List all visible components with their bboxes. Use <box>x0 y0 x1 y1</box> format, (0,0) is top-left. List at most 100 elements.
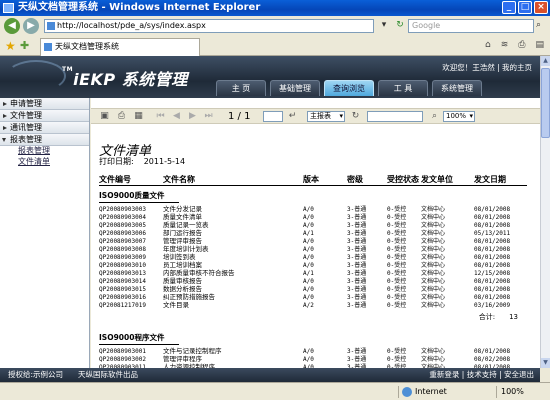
col-issuing-unit: 发文单位 <box>421 175 453 184</box>
cell-control-status: 0-受控 <box>387 214 407 221</box>
ie-app-icon <box>3 3 14 13</box>
cell-version: A/0 <box>303 348 314 355</box>
table-row: QP20080903014 质量审核报告 A/0 3-普通 0-受控 文档中心 08/01/… <box>99 278 527 286</box>
prev-page-icon[interactable]: ◀ <box>171 111 182 122</box>
col-control-status: 受控状态 <box>387 175 419 184</box>
app-header: TMiEKP 系统管理 欢迎您！王浩然 | 我的主页 主 页 基础管理 查询浏览… <box>0 56 540 98</box>
scroll-up-icon[interactable]: ▲ <box>541 56 550 66</box>
cell-security: 3-普通 <box>347 246 367 253</box>
menu-basic-management[interactable]: 基础管理 <box>270 80 320 96</box>
back-button[interactable]: ◀ <box>4 18 20 34</box>
cell-version: A/0 <box>303 222 314 229</box>
cell-issuing-unit: 文档中心 <box>421 230 446 237</box>
cell-file-name: 纠正预防措施报告 <box>163 293 215 301</box>
browser-zoom[interactable]: 100% <box>496 386 546 398</box>
search-icon[interactable]: ⌕ <box>536 20 547 32</box>
cell-version: A/0 <box>303 278 314 285</box>
cell-security: 3-普通 <box>347 294 367 301</box>
scroll-down-icon[interactable]: ▼ <box>541 358 550 368</box>
welcome-text[interactable]: 欢迎您！王浩然 | 我的主页 <box>442 62 532 73</box>
menu-home[interactable]: 主 页 <box>216 80 266 96</box>
save-icon[interactable]: ▣ <box>99 111 110 122</box>
app-footer: 授权给:示例公司 天纵国际软件出品 重新登录 | 技术支持 | 安全退出 <box>0 368 540 382</box>
cell-issue-date: 08/01/2008 <box>474 238 511 245</box>
sidebar-item-files[interactable]: 文件管理 <box>0 110 89 122</box>
next-page-icon[interactable]: ▶ <box>187 111 198 122</box>
sidebar-item-reports[interactable]: 报表管理 <box>0 134 89 146</box>
close-button[interactable]: × <box>534 1 548 14</box>
zoom-select[interactable]: 100% <box>443 111 475 122</box>
section-total: 合计: 13 <box>479 312 518 322</box>
cell-issuing-unit: 文档中心 <box>421 254 446 261</box>
cell-control-status: 0-受控 <box>387 356 407 363</box>
maximize-button[interactable]: □ <box>518 1 532 14</box>
cell-issuing-unit: 文档中心 <box>421 294 446 301</box>
cell-issuing-unit: 文档中心 <box>421 356 446 363</box>
first-page-icon[interactable]: ⏮ <box>155 111 166 122</box>
address-bar[interactable]: http://localhost/pde_a/sys/index.aspx <box>44 19 374 33</box>
footer-links[interactable]: 重新登录 | 技术支持 | 安全退出 <box>429 368 534 382</box>
cell-version: A/1 <box>303 270 314 277</box>
total-label: 合计: <box>478 313 496 321</box>
print-icon[interactable]: ⎙ <box>116 111 127 122</box>
sidebar-item-application[interactable]: 申请管理 <box>0 98 89 110</box>
col-version: 版本 <box>303 175 319 184</box>
browser-tab[interactable]: 天纵文档管理系统 <box>40 38 200 56</box>
cell-issue-date: 08/01/2008 <box>474 206 511 213</box>
vertical-scrollbar[interactable]: ▲ ▼ <box>540 56 550 368</box>
cell-file-name: 管理评审报告 <box>163 237 202 245</box>
export-icon[interactable]: ▦ <box>133 111 144 122</box>
home-icon[interactable]: ⌂ <box>485 40 491 50</box>
status-bar: Internet 100% <box>0 382 550 400</box>
col-issue-date: 发文日期 <box>474 175 506 184</box>
page-number-input[interactable] <box>263 111 283 122</box>
find-icon[interactable]: ⌕ <box>429 111 440 122</box>
report-select[interactable]: 主报表 <box>307 111 345 122</box>
refresh-report-icon[interactable]: ↻ <box>350 111 361 122</box>
cell-control-status: 0-受控 <box>387 286 407 293</box>
favorites-star-icon[interactable]: ★ <box>5 39 16 53</box>
cell-control-status: 0-受控 <box>387 238 407 245</box>
table-row: QP20080903007 管理评审报告 A/0 3-普通 0-受控 文档中心 08/01/… <box>99 237 527 246</box>
find-text-input[interactable] <box>367 111 423 122</box>
cell-control-status: 0-受控 <box>387 254 407 261</box>
go-page-icon[interactable]: ↵ <box>287 111 298 122</box>
table-row: QP20081217019 文件目录 A/2 3-普通 0-受控 文档中心 03/16/20… <box>99 302 527 310</box>
cell-file-number: QP20080903014 <box>99 278 146 285</box>
feeds-icon[interactable]: ≋ <box>501 40 509 50</box>
last-page-icon[interactable]: ⏭ <box>203 111 214 122</box>
table-row: QP20080903010 员工培训档案 A/0 3-普通 0-受控 文档中心 08/01/… <box>99 262 527 270</box>
dropdown-icon[interactable]: ▾ <box>378 19 390 32</box>
sidebar-subitem-file-list[interactable]: 文件清单 <box>0 157 89 168</box>
report-toolbar: ▣ ⎙ ▦ ⏮ ◀ ▶ ⏭ 1 / 1 ↵ 主报表 ↻ ⌕ 100% <box>91 108 540 124</box>
cell-control-status: 0-受控 <box>387 206 407 213</box>
search-input[interactable]: Google <box>408 19 534 33</box>
logo-swirl-icon <box>6 60 66 92</box>
page-icon <box>44 43 52 51</box>
logo-text: iEKP 系统管理 <box>73 70 188 89</box>
refresh-icon[interactable]: ↻ <box>394 19 406 32</box>
cell-issuing-unit: 文档中心 <box>421 302 446 309</box>
cell-issuing-unit: 文档中心 <box>421 348 446 355</box>
sidebar-item-communication[interactable]: 通讯管理 <box>0 122 89 134</box>
sidebar-subitem-report-management[interactable]: 报表管理 <box>0 146 89 157</box>
section-title: ISO9000质量文件 <box>99 190 179 203</box>
cell-file-name: 数据分析报告 <box>163 285 202 293</box>
print-icon[interactable]: ⎙ <box>518 40 525 50</box>
add-favorites-icon[interactable]: ✚ <box>20 39 29 52</box>
menu-tools[interactable]: 工 具 <box>378 80 428 96</box>
forward-button[interactable]: ▶ <box>23 18 39 34</box>
cell-issue-date: 08/01/2008 <box>474 348 511 355</box>
menu-query-browse[interactable]: 查询浏览 <box>324 80 374 96</box>
cell-issue-date: 08/01/2008 <box>474 246 511 253</box>
minimize-button[interactable]: _ <box>502 1 516 14</box>
cell-file-number: QP20080903004 <box>99 214 146 221</box>
col-file-name: 文件名称 <box>163 175 195 184</box>
cell-version: A/0 <box>303 238 314 245</box>
table-row: QP20080903008 年度培训计划表 A/0 3-普通 0-受控 文档中心 08/01… <box>99 246 527 254</box>
menu-system-management[interactable]: 系统管理 <box>432 80 482 96</box>
tab-title: 天纵文档管理系统 <box>55 42 119 51</box>
scroll-thumb[interactable] <box>541 68 550 138</box>
page-menu-icon[interactable]: ▤ <box>535 40 544 50</box>
cell-file-number: QP20080903007 <box>99 238 146 245</box>
